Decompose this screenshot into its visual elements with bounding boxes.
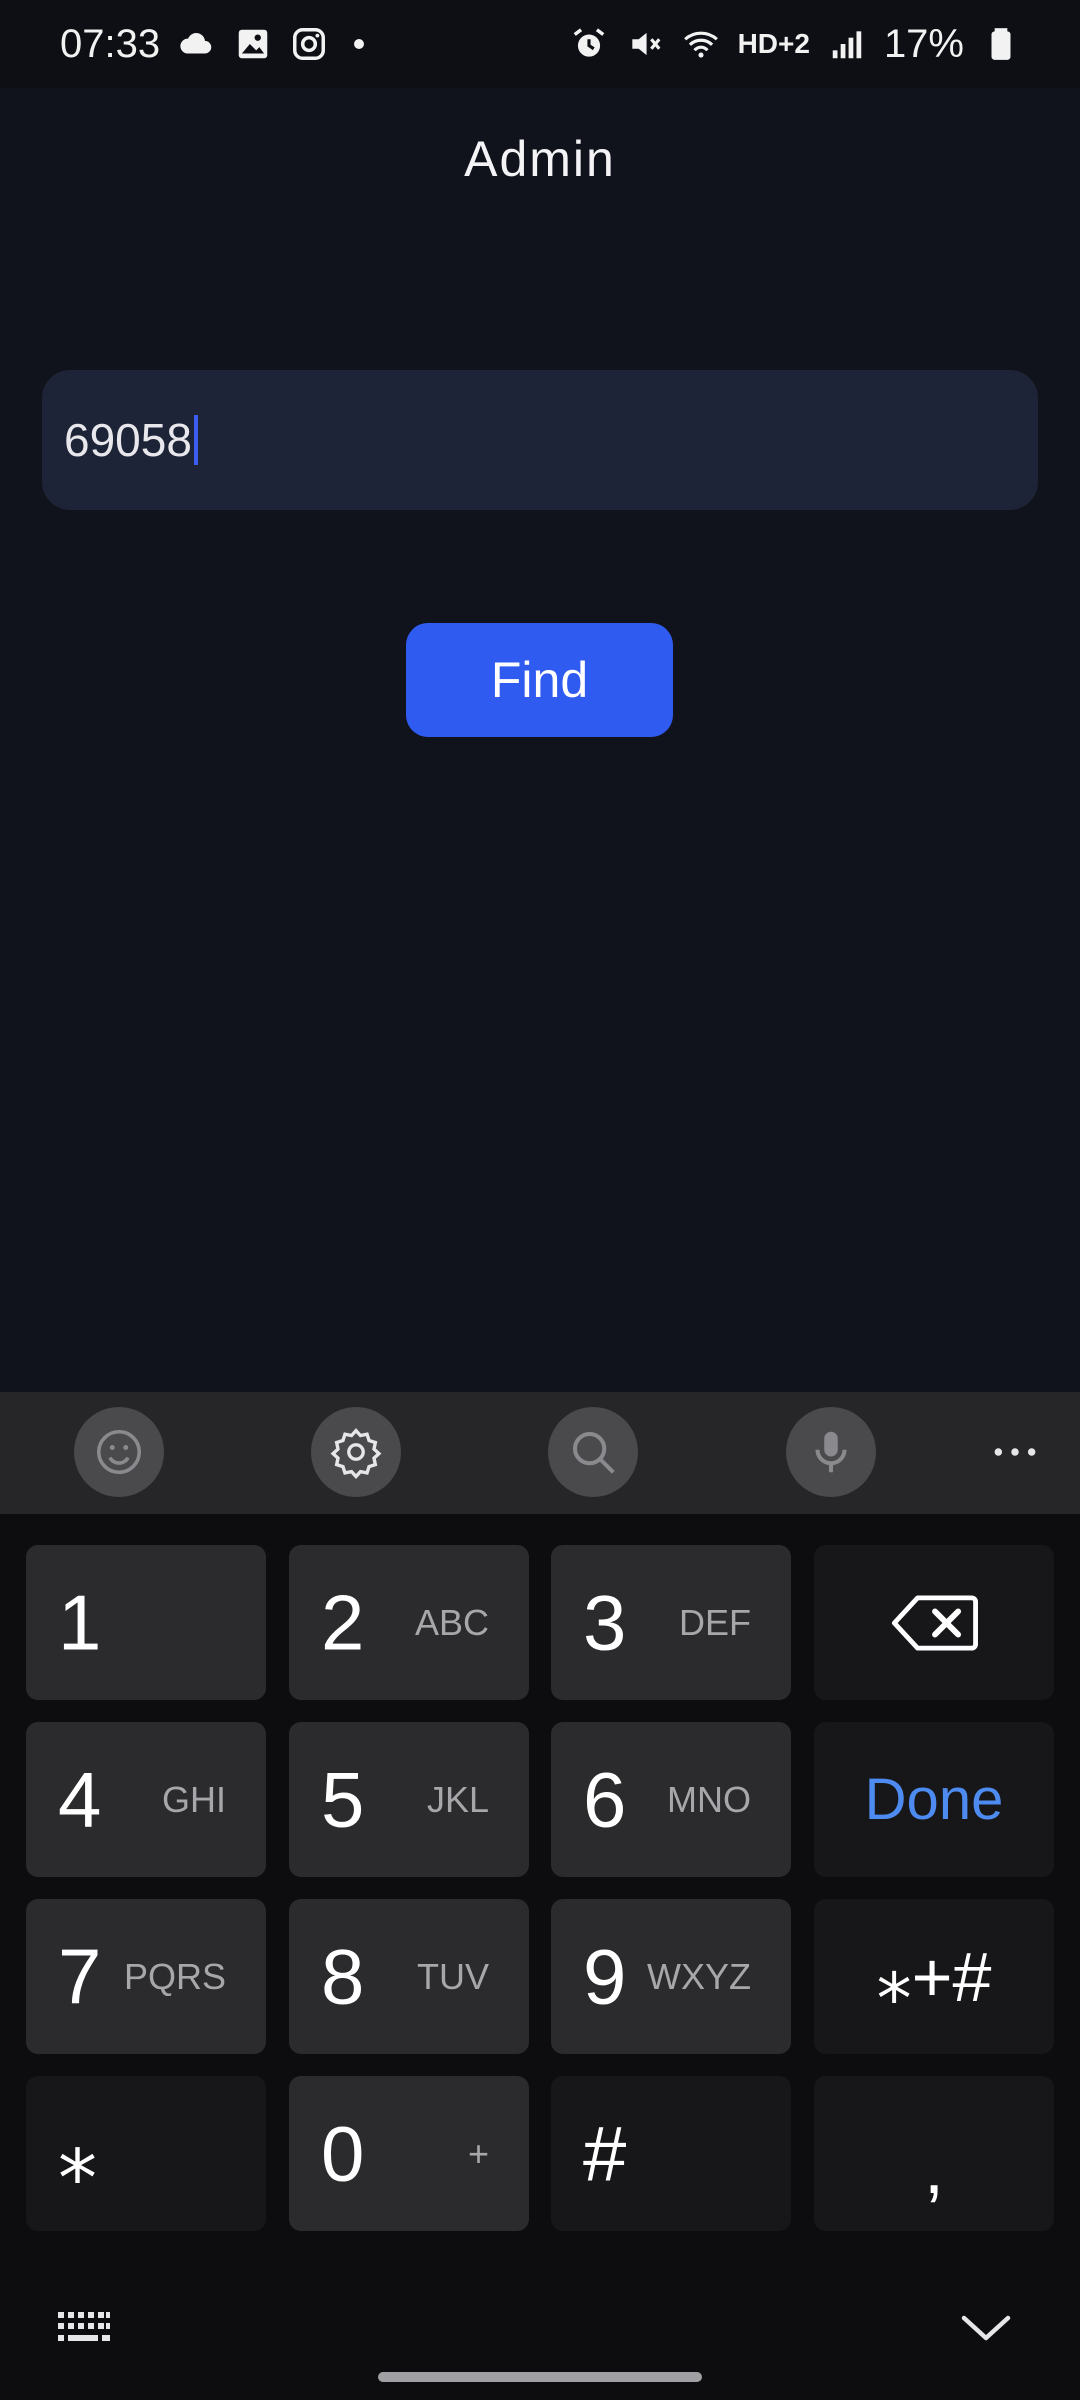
symbols-key-label: ⁎+# [876,1937,992,2016]
comma-key-label: , [923,2128,944,2209]
key-2-letters: ABC [414,1601,489,1643]
key-8-digit: 8 [321,1932,365,2020]
status-left: 07:33 [60,21,365,67]
hide-keyboard-icon[interactable] [958,2310,1014,2344]
search-icon[interactable] [548,1407,638,1497]
backspace-key[interactable] [814,1545,1054,1700]
star-key[interactable]: ⁎ [26,2076,266,2231]
done-key-label: Done [864,1767,1004,1832]
key-7[interactable]: 7 PQRS [26,1899,266,2054]
key-4-digit: 4 [58,1755,102,1843]
text-caret [193,415,198,465]
key-3-digit: 3 [583,1578,627,1666]
alarm-icon [570,25,608,63]
key-3-letters: DEF [679,1601,751,1643]
key-5-digit: 5 [321,1755,365,1843]
key-8-letters: TUV [417,1955,489,1997]
key-2[interactable]: 2 ABC [289,1545,529,1700]
search-input-value: 69058 [64,414,192,466]
screen: 07:33 HD+2 17% Admin 69058 Find 1 2 ABC … [0,0,1080,2400]
key-9-digit: 9 [583,1932,627,2020]
key-7-letters: PQRS [123,1955,226,1997]
battery-percent: 17% [883,21,964,66]
key-7-digit: 7 [58,1932,102,2020]
key-1-digit: 1 [58,1578,102,1666]
backspace-icon [814,1545,1054,1700]
hash-key-label: # [583,2109,627,2197]
key-9[interactable]: 9 WXYZ [551,1899,791,2054]
notification-dot [354,39,365,49]
battery-icon [982,25,1020,63]
key-8[interactable]: 8 TUV [289,1899,529,2054]
key-3[interactable]: 3 DEF [551,1545,791,1700]
wifi-icon [682,25,720,63]
numeric-keyboard [0,1392,1080,2400]
star-key-label: ⁎ [58,2109,97,2197]
page-title: Admin [464,131,616,187]
settings-icon[interactable] [311,1407,401,1497]
comma-key[interactable]: , [814,2076,1054,2231]
key-0[interactable]: 0 + [289,2076,529,2231]
key-0-digit: 0 [321,2109,365,2197]
emoji-icon[interactable] [74,1407,164,1497]
keyboard-toolbar [0,1392,1080,1514]
key-4[interactable]: 4 GHI [26,1722,266,1877]
key-6-letters: MNO [667,1778,751,1820]
microphone-icon[interactable] [786,1407,876,1497]
signal-icon [828,25,866,63]
search-input[interactable]: 69058 [42,370,1038,510]
keyboard-switch-icon[interactable] [56,2310,112,2344]
mute-icon [626,25,664,63]
find-button[interactable]: Find [406,623,673,737]
instagram-icon [290,25,328,63]
done-key[interactable]: Done [814,1722,1054,1877]
hd-voice-icon: HD+2 [737,28,810,59]
cloud-icon [178,25,216,63]
key-1[interactable]: 1 [26,1545,266,1700]
symbols-key[interactable]: ⁎+# [814,1899,1054,2054]
key-0-plus: + [467,2132,489,2174]
key-2-digit: 2 [321,1578,365,1666]
home-indicator[interactable] [378,2372,702,2382]
gallery-icon [234,25,272,63]
key-4-letters: GHI [161,1778,226,1820]
status-bar: 07:33 HD+2 17% [0,0,1080,88]
hash-key[interactable]: # [551,2076,791,2231]
status-time: 07:33 [60,21,161,66]
key-9-letters: WXYZ [647,1955,751,1997]
key-6-digit: 6 [583,1755,627,1843]
key-5-letters: JKL [426,1778,489,1820]
key-6[interactable]: 6 MNO [551,1722,791,1877]
key-5[interactable]: 5 JKL [289,1722,529,1877]
status-right: HD+2 17% [570,22,1020,67]
more-icon[interactable] [985,1422,1045,1482]
